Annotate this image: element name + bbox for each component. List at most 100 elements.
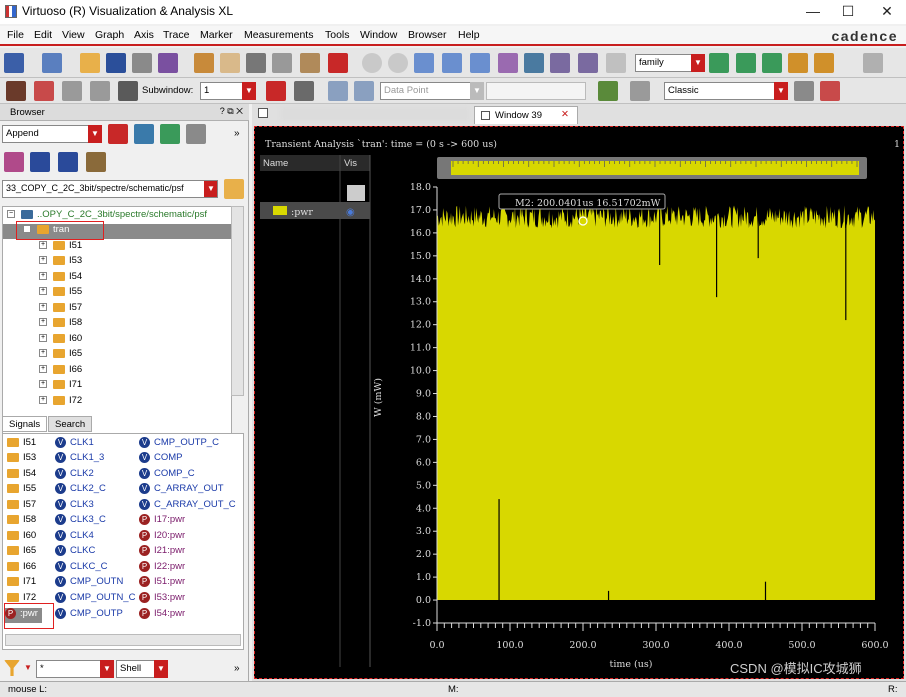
signal-item[interactable]: I65 xyxy=(7,545,36,560)
pane-controls-icon[interactable]: ? ⧉ ✕ xyxy=(220,106,243,117)
table-icon[interactable] xyxy=(186,124,206,144)
menu-graph[interactable]: Graph xyxy=(95,29,124,41)
zoom-in-circle-icon[interactable] xyxy=(362,53,382,73)
redo-icon[interactable] xyxy=(220,53,240,73)
menu-measurements[interactable]: Measurements xyxy=(244,29,313,41)
signal-item[interactable]: I51 xyxy=(7,437,36,452)
save-icon[interactable] xyxy=(106,53,126,73)
tree-item[interactable]: + I65 xyxy=(39,348,231,363)
eye-icon[interactable]: ◉ xyxy=(346,207,355,218)
signal-item[interactable]: V CLK3_C xyxy=(55,514,106,529)
menu-view[interactable]: View xyxy=(62,29,85,41)
add-trace-icon[interactable] xyxy=(814,53,834,73)
tree-item[interactable]: + I55 xyxy=(39,286,231,301)
minimize-button[interactable]: — xyxy=(796,0,830,24)
menu-trace[interactable]: Trace xyxy=(163,29,189,41)
zoom-out-circle-icon[interactable] xyxy=(388,53,408,73)
property-icon[interactable] xyxy=(294,81,314,101)
new-window-icon[interactable] xyxy=(4,53,24,73)
menu-browser[interactable]: Browser xyxy=(408,29,447,41)
family-combo[interactable]: family ▼ xyxy=(635,54,705,72)
calculator-icon[interactable] xyxy=(630,81,650,101)
tree-icon[interactable] xyxy=(134,124,154,144)
filter-icon[interactable] xyxy=(4,660,20,676)
hierarchy-icon[interactable] xyxy=(86,152,106,172)
chevron-down-icon[interactable]: ▼ xyxy=(242,82,256,100)
classic-combo[interactable]: Classic ▼ xyxy=(664,82,788,100)
signal-item[interactable]: V COMP xyxy=(139,452,183,467)
signal-item[interactable]: V CLK2_C xyxy=(55,483,106,498)
chevron-down-icon[interactable]: ▼ xyxy=(204,181,217,197)
signal-list-scrollbar[interactable] xyxy=(5,634,241,646)
split-vertical-icon[interactable] xyxy=(90,81,110,101)
layout-icon[interactable] xyxy=(709,53,729,73)
tab-window-39[interactable]: Window 39 ✕ xyxy=(474,106,578,124)
chevron-down-icon[interactable]: ▼ xyxy=(691,54,705,72)
stack-icon[interactable] xyxy=(762,53,782,73)
flag-icon[interactable] xyxy=(266,81,286,101)
menu-window[interactable]: Window xyxy=(360,29,397,41)
path-field[interactable]: 33_COPY_C_2C_3bit/spectre/schematic/psf ▼ xyxy=(2,180,218,198)
filter-input[interactable]: * ▼ xyxy=(36,660,114,678)
signal-item[interactable]: I66 xyxy=(7,561,36,576)
split-horizontal-icon[interactable] xyxy=(62,81,82,101)
tree-item[interactable]: + I60 xyxy=(39,333,231,348)
signal-item[interactable]: V CLK1_3 xyxy=(55,452,104,467)
filter-signal-icon[interactable] xyxy=(30,152,50,172)
signal-item[interactable]: I53 xyxy=(7,452,36,467)
tree-item[interactable]: + I71 xyxy=(39,379,231,394)
filter-icon[interactable] xyxy=(347,185,365,201)
signal-item[interactable]: P I22:pwr xyxy=(139,561,185,576)
tree-item[interactable]: + I53 xyxy=(39,255,231,270)
new-subwindow-icon[interactable] xyxy=(42,53,62,73)
signal-item[interactable]: V CLK1 xyxy=(55,437,94,452)
zoom-region-icon[interactable] xyxy=(524,53,544,73)
undo-icon[interactable] xyxy=(194,53,214,73)
signal-item[interactable]: P I21:pwr xyxy=(139,545,185,560)
menu-marker[interactable]: Marker xyxy=(200,29,233,41)
tree-item[interactable]: + I57 xyxy=(39,302,231,317)
signal-item[interactable]: P I53:pwr xyxy=(139,592,185,607)
tree-item[interactable]: + I66 xyxy=(39,364,231,379)
add-graph-icon[interactable] xyxy=(788,53,808,73)
signal-item[interactable]: P I54:pwr xyxy=(139,608,185,623)
chevron-down-icon[interactable]: ▼ xyxy=(100,660,114,678)
signal-item[interactable]: V CLKC_C xyxy=(55,561,108,576)
copy-icon[interactable] xyxy=(272,53,292,73)
more-icon[interactable]: » xyxy=(234,128,240,139)
signal-item[interactable]: V C_ARRAY_OUT xyxy=(139,483,224,498)
forward-icon[interactable] xyxy=(354,81,374,101)
waveform-icon[interactable] xyxy=(158,53,178,73)
signal-item[interactable]: V CMP_OUTN_C xyxy=(55,592,135,607)
window-tab-icon[interactable] xyxy=(258,108,268,118)
value-field[interactable] xyxy=(486,82,586,100)
wand-icon[interactable] xyxy=(6,81,26,101)
copy-window-icon[interactable] xyxy=(794,81,814,101)
export-icon[interactable] xyxy=(160,124,180,144)
tree-scrollbar[interactable] xyxy=(231,206,244,396)
zoom-box-icon[interactable] xyxy=(498,53,518,73)
signal-item[interactable]: V CMP_OUTP_C xyxy=(139,437,219,452)
grid-layout-icon[interactable] xyxy=(118,81,138,101)
list-icon[interactable] xyxy=(58,152,78,172)
tab-search[interactable]: Search xyxy=(48,416,93,432)
chevron-down-icon[interactable]: ▼ xyxy=(24,663,32,672)
back-icon[interactable] xyxy=(328,81,348,101)
signal-item[interactable]: P I51:pwr xyxy=(139,576,185,591)
maximize-button[interactable]: ☐ xyxy=(831,0,865,24)
magnify-icon[interactable] xyxy=(606,53,626,73)
signal-item[interactable]: V CMP_OUTP xyxy=(55,608,123,623)
tree-item[interactable]: + I51 xyxy=(39,240,231,255)
signal-item[interactable]: I55 xyxy=(7,483,36,498)
chevron-down-icon[interactable]: ▼ xyxy=(154,660,168,678)
menu-edit[interactable]: Edit xyxy=(34,29,52,41)
browse-folder-icon[interactable] xyxy=(224,179,244,199)
append-combo[interactable]: Append ▼ xyxy=(2,125,102,143)
open-folder-icon[interactable] xyxy=(80,53,100,73)
cut-icon[interactable] xyxy=(246,53,266,73)
signal-item[interactable]: V COMP_C xyxy=(139,468,195,483)
tree-item[interactable]: + I58 xyxy=(39,317,231,332)
shell-combo[interactable]: Shell ▼ xyxy=(116,660,168,678)
plot-icon[interactable] xyxy=(108,124,128,144)
chevron-down-icon[interactable]: ▼ xyxy=(88,125,102,143)
